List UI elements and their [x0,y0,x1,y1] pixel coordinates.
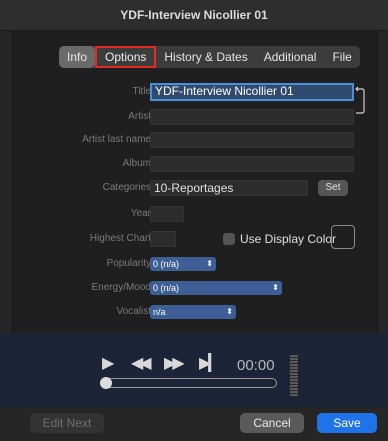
footer-bar: Edit Next Cancel Save [0,407,388,441]
window-title: YDF-Interview Nicollier 01 [120,8,268,22]
categories-label: Categories [102,182,151,193]
year-field[interactable] [150,206,184,222]
title-field[interactable]: YDF-Interview Nicollier 01 [150,83,354,101]
player-panel: ▶ ◀◀ ▶▶ ▶▎ 00:00 [0,333,388,407]
set-categories-button[interactable]: Set [318,180,348,196]
tab-bar: Info Options History & Dates Additional … [59,46,360,68]
energy-mood-row: Energy/Mood 0 (n/a) ⬍ [13,280,377,298]
artist-last-name-row: Artist last name [13,132,377,150]
title-row: Title YDF-Interview Nicollier 01 [13,83,377,102]
chevron-updown-icon: ⬍ [272,283,279,292]
tab-info[interactable]: Info [59,46,96,68]
album-label: Album [122,158,151,169]
edit-track-window: YDF-Interview Nicollier 01 Info Options … [0,0,388,441]
progress-knob[interactable] [100,377,112,389]
year-row: Year [13,206,377,224]
rewind-icon[interactable]: ◀◀ [131,353,152,373]
level-meter [290,355,298,397]
tab-history-dates[interactable]: History & Dates [156,46,255,68]
artist-row: Artist [13,109,377,127]
tab-file[interactable]: File [324,46,359,68]
popularity-select[interactable]: 0 (n/a) ⬍ [150,257,216,271]
album-row: Album [13,156,377,174]
vocalist-select[interactable]: n/a ⬍ [150,305,236,319]
energy-mood-label: Energy/Mood [91,282,151,293]
popularity-value: 0 (n/a) [153,259,180,269]
vocalist-value: n/a [153,307,166,317]
energy-mood-select[interactable]: 0 (n/a) ⬍ [150,281,282,295]
content-panel: Info Options History & Dates Additional … [12,31,378,333]
use-display-color-label: Use Display Color [240,232,337,246]
artist-label: Artist [128,111,151,122]
categories-field[interactable]: 10-Reportages [150,180,308,196]
title-bar: YDF-Interview Nicollier 01 [0,0,388,31]
skip-to-end-icon[interactable]: ▶▎ [199,353,221,373]
album-field[interactable] [150,156,354,172]
tab-options[interactable]: Options [95,46,157,68]
playback-progress-slider[interactable] [100,377,277,389]
fast-forward-icon[interactable]: ▶▶ [164,353,185,373]
vocalist-row: Vocalist n/a ⬍ [13,304,377,322]
time-display: 00:00 [237,357,275,374]
tab-additional[interactable]: Additional [256,46,325,68]
title-label: Title [132,86,151,97]
cancel-button[interactable]: Cancel [240,413,304,433]
chevron-updown-icon: ⬍ [206,259,213,268]
artist-last-name-label: Artist last name [82,134,151,145]
year-label: Year [130,208,151,219]
popularity-row: Popularity 0 (n/a) ⬍ [13,256,377,274]
edit-next-button[interactable]: Edit Next [30,413,104,433]
popularity-label: Popularity [106,258,151,269]
highest-chart-label: Highest Chart [89,233,151,244]
play-icon[interactable]: ▶ [102,353,114,373]
use-display-color-checkbox[interactable] [223,233,235,245]
chevron-updown-icon: ⬍ [226,307,233,316]
artist-last-name-field[interactable] [150,132,354,148]
save-button[interactable]: Save [317,413,377,433]
categories-row: Categories 10-Reportages Set [13,180,377,198]
highest-chart-field[interactable] [150,231,176,247]
vocalist-label: Vocalist [116,306,151,317]
energy-mood-value: 0 (n/a) [153,283,180,293]
highest-chart-row: Highest Chart Use Display Color [13,225,377,249]
artist-field[interactable] [150,109,354,125]
display-color-well[interactable] [331,225,355,249]
